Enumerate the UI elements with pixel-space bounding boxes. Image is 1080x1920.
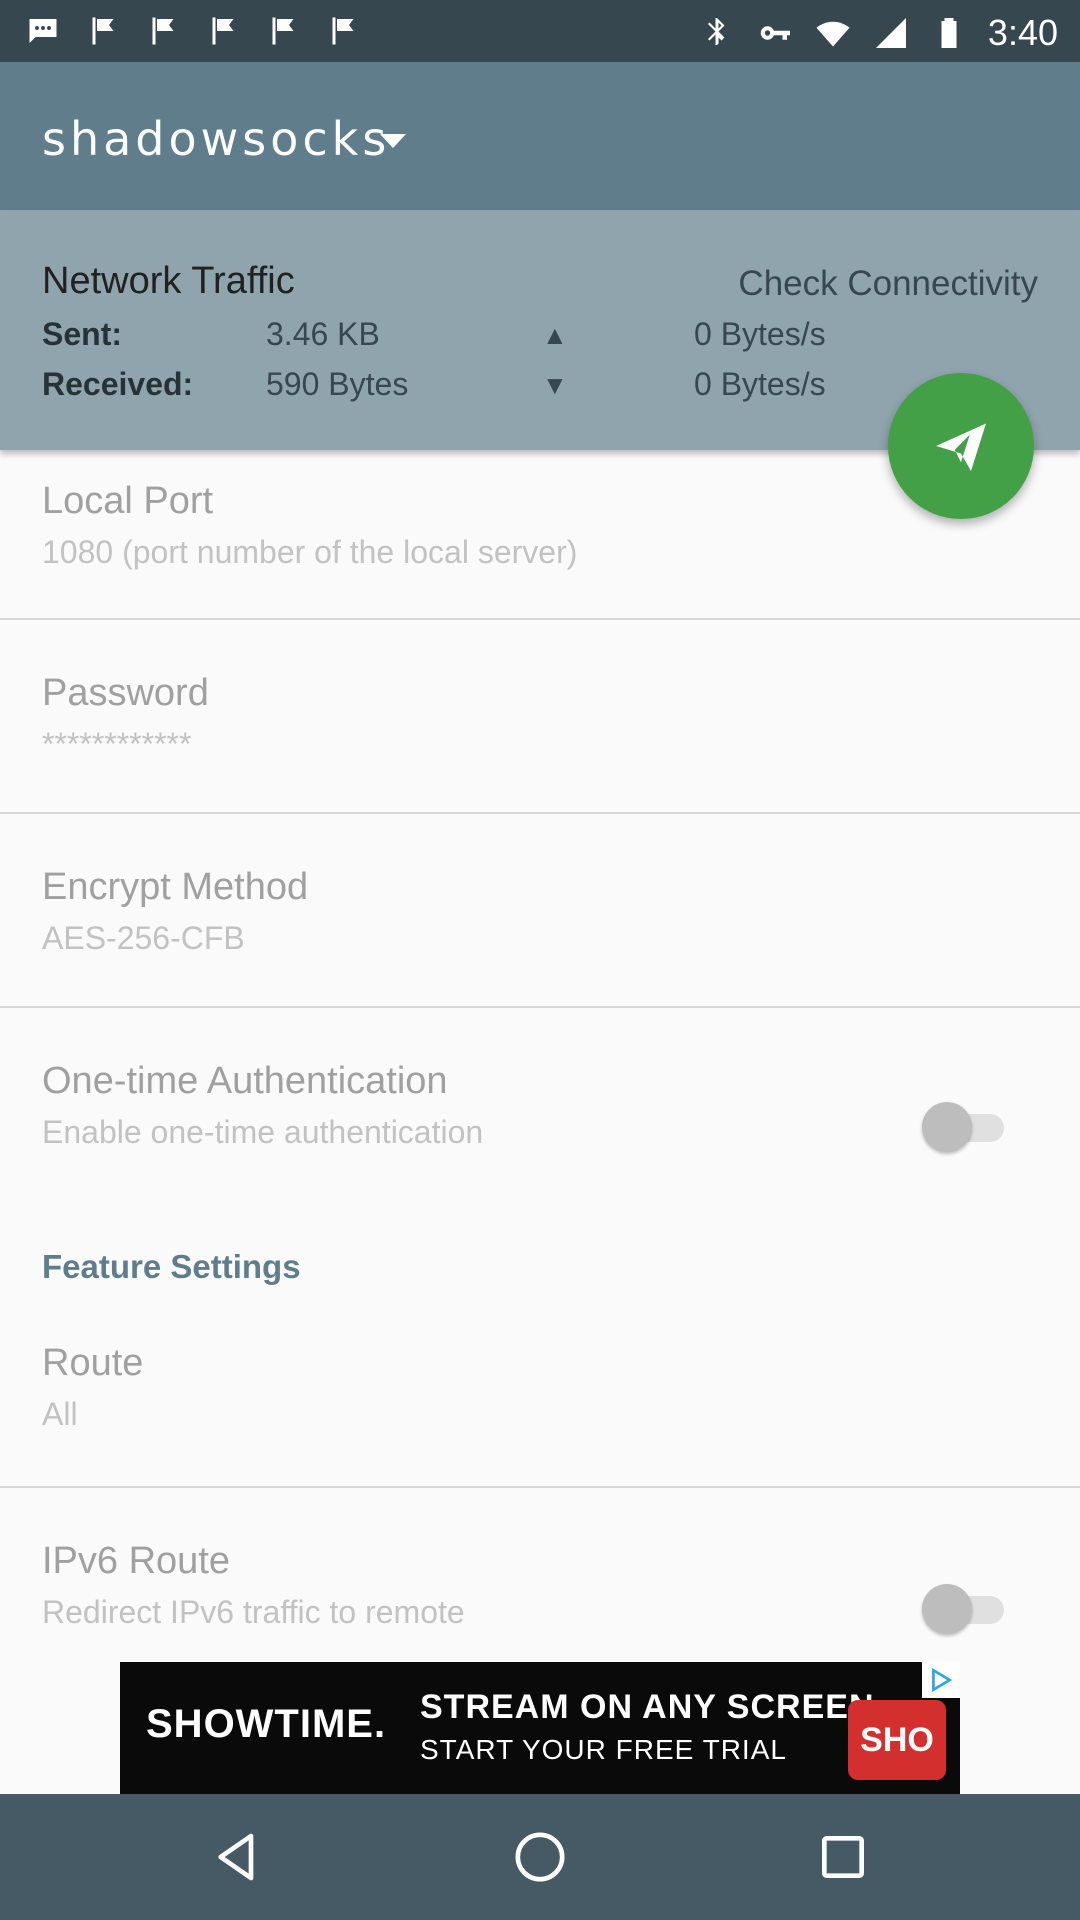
pref-summary: Redirect IPv6 traffic to remote xyxy=(42,1594,465,1630)
pref-ipv6-route[interactable]: IPv6 Route Redirect IPv6 traffic to remo… xyxy=(0,1488,1080,1664)
toggle-thumb xyxy=(922,1584,972,1634)
download-arrow-icon: ▼ xyxy=(542,370,568,400)
pref-title: Local Port xyxy=(42,480,214,522)
pref-route[interactable]: Route All xyxy=(0,1296,1080,1486)
clock: 3:40 xyxy=(987,12,1058,53)
flag-icon xyxy=(264,12,302,50)
notification-icons xyxy=(24,12,362,50)
traffic-title: Network Traffic xyxy=(42,260,295,302)
ad-badge: SHO xyxy=(848,1700,946,1780)
flag-icon xyxy=(144,12,182,50)
received-label: Received: xyxy=(42,366,194,402)
pref-summary: All xyxy=(42,1396,78,1432)
pref-summary: 1080 (port number of the local server) xyxy=(42,534,578,570)
status-bar: 3:40 xyxy=(0,0,1080,62)
message-icon xyxy=(24,12,62,50)
pref-local-port[interactable]: Local Port 1080 (port number of the loca… xyxy=(0,450,1080,618)
system-icons: 3:40 xyxy=(698,12,1058,54)
ad-headline: STREAM ON ANY SCREEN xyxy=(420,1688,875,1726)
flag-icon xyxy=(84,12,122,50)
wifi-icon xyxy=(814,14,852,52)
pref-encrypt-method[interactable]: Encrypt Method AES-256-CFB xyxy=(0,814,1080,1006)
pref-title: Password xyxy=(42,672,209,714)
pref-summary: AES-256-CFB xyxy=(42,920,245,956)
sent-label: Sent: xyxy=(42,316,122,352)
ad-banner[interactable]: SHOWTIME. STREAM ON ANY SCREEN START YOU… xyxy=(120,1662,960,1794)
pref-password[interactable]: Password ************ xyxy=(0,620,1080,812)
recents-icon[interactable] xyxy=(810,1824,876,1890)
bluetooth-icon xyxy=(698,14,736,52)
pref-title: Route xyxy=(42,1342,144,1384)
upload-arrow-icon: ▲ xyxy=(542,320,568,350)
pref-title: One-time Authentication xyxy=(42,1060,448,1102)
one-time-auth-toggle[interactable] xyxy=(922,1102,1012,1152)
chevron-down-icon[interactable] xyxy=(380,134,406,148)
home-icon[interactable] xyxy=(507,1824,573,1890)
profile-selector[interactable]: shadowsocks xyxy=(42,112,390,166)
section-header-feature-settings: Feature Settings xyxy=(42,1248,301,1285)
ad-brand-logo: SHOWTIME. xyxy=(146,1702,387,1746)
navigation-bar xyxy=(0,1794,1080,1920)
signal-icon xyxy=(872,14,910,52)
battery-icon xyxy=(930,14,968,52)
ipv6-route-toggle[interactable] xyxy=(922,1584,1012,1634)
key-icon xyxy=(756,14,794,52)
pref-summary: ************ xyxy=(42,726,192,762)
sent-value: 3.46 KB xyxy=(266,316,380,352)
app-bar: shadowsocks xyxy=(0,62,1080,210)
ad-choices-icon[interactable] xyxy=(922,1662,960,1698)
received-value: 590 Bytes xyxy=(266,366,409,402)
pref-summary: Enable one-time authentication xyxy=(42,1114,484,1150)
flag-icon xyxy=(324,12,362,50)
pref-title: IPv6 Route xyxy=(42,1540,230,1582)
flag-icon xyxy=(204,12,242,50)
pref-one-time-auth[interactable]: One-time Authentication Enable one-time … xyxy=(0,1008,1080,1200)
sent-rate: 0 Bytes/s xyxy=(694,316,826,352)
ad-subline: START YOUR FREE TRIAL xyxy=(420,1734,787,1765)
toggle-thumb xyxy=(922,1102,972,1152)
back-icon[interactable] xyxy=(204,1824,270,1890)
pref-title: Encrypt Method xyxy=(42,866,309,908)
received-rate: 0 Bytes/s xyxy=(694,366,826,402)
check-connectivity-button[interactable]: Check Connectivity xyxy=(738,264,1038,304)
